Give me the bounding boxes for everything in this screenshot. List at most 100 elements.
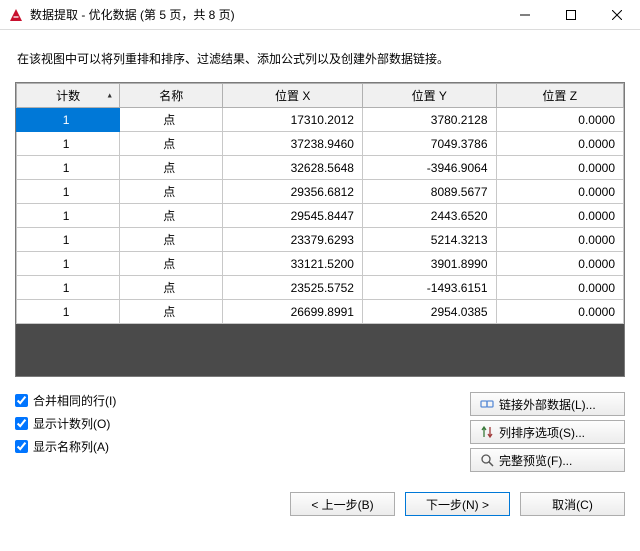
next-button[interactable]: 下一步(N) > (405, 492, 510, 516)
cell-name[interactable]: 点 (120, 156, 223, 180)
cell-name[interactable]: 点 (120, 108, 223, 132)
cell-x[interactable]: 17310.2012 (223, 108, 363, 132)
preview-icon (479, 452, 495, 468)
col-z[interactable]: 位置 Z (496, 84, 623, 108)
cell-name[interactable]: 点 (120, 300, 223, 324)
side-button-group: 链接外部数据(L)... 列排序选项(S)... 完整预览(F)... (470, 392, 625, 476)
titlebar: 数据提取 - 优化数据 (第 5 页，共 8 页) (0, 0, 640, 30)
table-row[interactable]: 1点37238.94607049.37860.0000 (17, 132, 624, 156)
cell-z[interactable]: 0.0000 (496, 300, 623, 324)
cell-y[interactable]: -1493.6151 (362, 276, 496, 300)
cell-y[interactable]: 2443.6520 (362, 204, 496, 228)
table-row[interactable]: 1点29356.68128089.56770.0000 (17, 180, 624, 204)
data-grid[interactable]: 计数 ▲ 名称 位置 X 位置 Y 位置 Z 1点17310.20123780.… (16, 83, 624, 324)
cell-count[interactable]: 1 (17, 204, 120, 228)
col-x-label: 位置 X (275, 89, 310, 103)
check-show-name[interactable]: 显示名称列(A) (15, 438, 470, 455)
cell-name[interactable]: 点 (120, 252, 223, 276)
cancel-button[interactable]: 取消(C) (520, 492, 625, 516)
cell-count[interactable]: 1 (17, 300, 120, 324)
content-area: 在该视图中可以将列重排和排序、过滤结果、添加公式列以及创建外部数据链接。 计数 … (0, 30, 640, 484)
sort-asc-icon: ▲ (106, 92, 113, 99)
cell-z[interactable]: 0.0000 (496, 108, 623, 132)
check-show-name-input[interactable] (15, 440, 28, 453)
col-count-label: 计数 (56, 89, 80, 103)
cell-y[interactable]: 3780.2128 (362, 108, 496, 132)
check-show-count[interactable]: 显示计数列(O) (15, 415, 470, 432)
back-button-label: < 上一步(B) (311, 496, 373, 513)
check-merge-rows-label: 合并相同的行(I) (33, 392, 116, 409)
cell-count[interactable]: 1 (17, 180, 120, 204)
cell-y[interactable]: 8089.5677 (362, 180, 496, 204)
cell-name[interactable]: 点 (120, 180, 223, 204)
cell-count[interactable]: 1 (17, 228, 120, 252)
check-show-count-label: 显示计数列(O) (33, 415, 110, 432)
data-grid-area: 计数 ▲ 名称 位置 X 位置 Y 位置 Z 1点17310.20123780.… (15, 82, 625, 377)
cell-count[interactable]: 1 (17, 108, 120, 132)
col-x[interactable]: 位置 X (223, 84, 363, 108)
table-row[interactable]: 1点23379.62935214.32130.0000 (17, 228, 624, 252)
minimize-button[interactable] (502, 0, 548, 30)
table-row[interactable]: 1点32628.5648-3946.90640.0000 (17, 156, 624, 180)
cell-name[interactable]: 点 (120, 132, 223, 156)
cell-x[interactable]: 26699.8991 (223, 300, 363, 324)
page-description: 在该视图中可以将列重排和排序、过滤结果、添加公式列以及创建外部数据链接。 (17, 50, 625, 67)
cell-z[interactable]: 0.0000 (496, 276, 623, 300)
col-count[interactable]: 计数 ▲ (17, 84, 120, 108)
link-external-data-label: 链接外部数据(L)... (499, 396, 596, 413)
options-row: 合并相同的行(I) 显示计数列(O) 显示名称列(A) 链接外部数据(L)... (15, 392, 625, 476)
wizard-nav: < 上一步(B) 下一步(N) > 取消(C) (0, 484, 640, 528)
check-merge-rows-input[interactable] (15, 394, 28, 407)
cell-y[interactable]: -3946.9064 (362, 156, 496, 180)
cell-x[interactable]: 37238.9460 (223, 132, 363, 156)
col-y-label: 位置 Y (412, 89, 447, 103)
check-merge-rows[interactable]: 合并相同的行(I) (15, 392, 470, 409)
cell-x[interactable]: 29356.6812 (223, 180, 363, 204)
cell-count[interactable]: 1 (17, 252, 120, 276)
full-preview-button[interactable]: 完整预览(F)... (470, 448, 625, 472)
cell-name[interactable]: 点 (120, 276, 223, 300)
maximize-button[interactable] (548, 0, 594, 30)
table-row[interactable]: 1点26699.89912954.03850.0000 (17, 300, 624, 324)
cell-y[interactable]: 2954.0385 (362, 300, 496, 324)
cell-count[interactable]: 1 (17, 132, 120, 156)
col-name[interactable]: 名称 (120, 84, 223, 108)
cell-x[interactable]: 23525.5752 (223, 276, 363, 300)
col-name-label: 名称 (159, 89, 183, 103)
cell-name[interactable]: 点 (120, 228, 223, 252)
cell-name[interactable]: 点 (120, 204, 223, 228)
cell-x[interactable]: 23379.6293 (223, 228, 363, 252)
cell-z[interactable]: 0.0000 (496, 228, 623, 252)
next-button-label: 下一步(N) > (426, 496, 489, 513)
cell-count[interactable]: 1 (17, 156, 120, 180)
close-button[interactable] (594, 0, 640, 30)
minimize-icon (520, 10, 530, 20)
cell-z[interactable]: 0.0000 (496, 252, 623, 276)
cell-y[interactable]: 3901.8990 (362, 252, 496, 276)
cell-y[interactable]: 7049.3786 (362, 132, 496, 156)
cell-x[interactable]: 33121.5200 (223, 252, 363, 276)
cancel-button-label: 取消(C) (552, 496, 593, 513)
col-y[interactable]: 位置 Y (362, 84, 496, 108)
cell-y[interactable]: 5214.3213 (362, 228, 496, 252)
cell-z[interactable]: 0.0000 (496, 204, 623, 228)
check-show-count-input[interactable] (15, 417, 28, 430)
cell-z[interactable]: 0.0000 (496, 132, 623, 156)
table-row[interactable]: 1点33121.52003901.89900.0000 (17, 252, 624, 276)
column-sort-options-button[interactable]: 列排序选项(S)... (470, 420, 625, 444)
table-row[interactable]: 1点23525.5752-1493.61510.0000 (17, 276, 624, 300)
table-row[interactable]: 1点17310.20123780.21280.0000 (17, 108, 624, 132)
maximize-icon (566, 10, 576, 20)
col-z-label: 位置 Z (542, 89, 577, 103)
table-row[interactable]: 1点29545.84472443.65200.0000 (17, 204, 624, 228)
link-external-data-button[interactable]: 链接外部数据(L)... (470, 392, 625, 416)
check-show-name-label: 显示名称列(A) (33, 438, 109, 455)
close-icon (612, 10, 622, 20)
back-button[interactable]: < 上一步(B) (290, 492, 395, 516)
app-icon (8, 7, 24, 23)
cell-z[interactable]: 0.0000 (496, 156, 623, 180)
cell-x[interactable]: 29545.8447 (223, 204, 363, 228)
cell-count[interactable]: 1 (17, 276, 120, 300)
cell-x[interactable]: 32628.5648 (223, 156, 363, 180)
cell-z[interactable]: 0.0000 (496, 180, 623, 204)
